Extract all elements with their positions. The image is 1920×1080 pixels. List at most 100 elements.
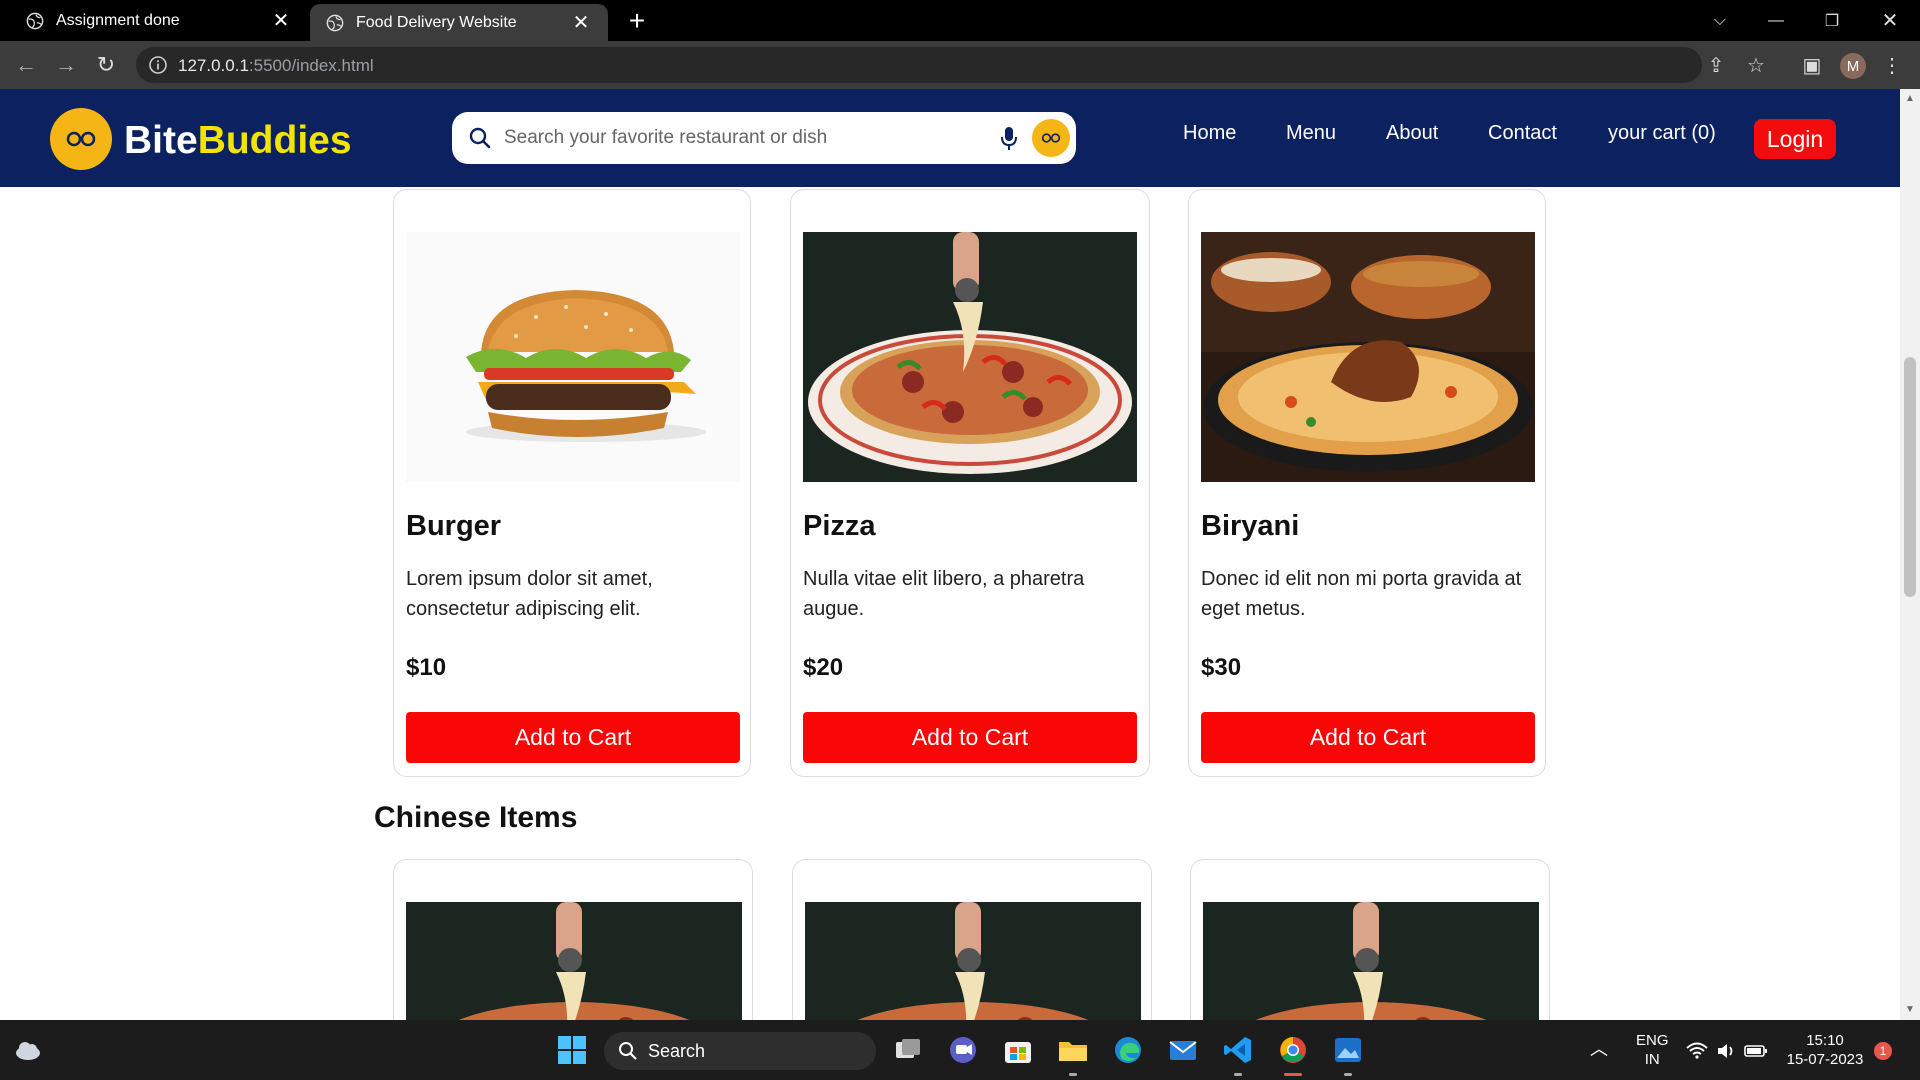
pizza-image bbox=[803, 232, 1137, 482]
battery-icon[interactable] bbox=[1744, 1040, 1768, 1062]
chrome-icon[interactable] bbox=[1277, 1034, 1309, 1066]
active-indicator bbox=[1284, 1073, 1302, 1076]
nav-cart[interactable]: your cart (0) bbox=[1608, 122, 1716, 145]
search-icon bbox=[619, 1042, 637, 1060]
browser-toolbar: ← → ↻ 127.0.0.1:5500/index.html ⇪ ☆ ▣ M … bbox=[0, 41, 1920, 89]
taskbar-search-label: Search bbox=[648, 1041, 706, 1061]
running-indicator bbox=[1069, 1073, 1077, 1076]
site-header: BiteBuddies Home Menu About Contact your… bbox=[0, 89, 1900, 187]
lang-line2: IN bbox=[1644, 1051, 1660, 1068]
add-to-cart-button[interactable]: Add to Cart bbox=[406, 712, 740, 763]
login-button[interactable]: Login bbox=[1754, 119, 1836, 159]
new-tab-button[interactable]: + bbox=[622, 5, 652, 36]
tab-search-chevron-icon[interactable]: ⌵ bbox=[1692, 0, 1748, 41]
pizza-image bbox=[406, 902, 742, 1020]
nav-menu[interactable]: Menu bbox=[1286, 122, 1336, 145]
nav-contact[interactable]: Contact bbox=[1488, 122, 1557, 145]
nav-home[interactable]: Home bbox=[1183, 122, 1236, 145]
volume-icon[interactable] bbox=[1716, 1040, 1738, 1062]
page-scrollbar[interactable]: ▲ ▼ bbox=[1900, 89, 1920, 1020]
microsoft-store-icon[interactable] bbox=[1002, 1034, 1034, 1066]
globe-icon bbox=[26, 12, 44, 29]
edge-browser-icon[interactable] bbox=[1112, 1034, 1144, 1066]
time-text: 15:10 bbox=[1806, 1032, 1844, 1049]
menu-kebab-icon[interactable]: ⋮ bbox=[1878, 51, 1906, 79]
browser-titlebar: Assignment done ✕ Food Delivery Website … bbox=[0, 0, 1920, 41]
date-text: 15-07-2023 bbox=[1786, 1051, 1864, 1068]
search-logo-button[interactable] bbox=[1032, 119, 1070, 157]
scroll-up-icon[interactable]: ▲ bbox=[1904, 93, 1916, 105]
section-title-chinese: Chinese Items bbox=[374, 801, 578, 834]
show-hidden-icons-chevron-icon[interactable]: ︿ bbox=[1590, 1040, 1608, 1059]
share-icon[interactable]: ⇪ bbox=[1702, 51, 1730, 79]
tab-title: Assignment done bbox=[56, 11, 180, 29]
tab-food-delivery-website[interactable]: Food Delivery Website ✕ bbox=[310, 4, 608, 41]
biryani-image bbox=[1201, 232, 1535, 482]
taskbar-search[interactable]: Search bbox=[604, 1032, 876, 1070]
language-indicator[interactable]: ENG IN bbox=[1636, 1031, 1669, 1069]
restore-button[interactable]: ❐ bbox=[1804, 0, 1860, 41]
search-icon bbox=[469, 127, 491, 149]
notification-badge[interactable]: 1 bbox=[1874, 1042, 1892, 1060]
food-card bbox=[1190, 859, 1550, 1020]
close-window-button[interactable]: ✕ bbox=[1862, 0, 1918, 41]
scroll-thumb[interactable] bbox=[1904, 357, 1916, 597]
add-to-cart-button[interactable]: Add to Cart bbox=[1201, 712, 1535, 763]
vscode-icon[interactable] bbox=[1222, 1034, 1254, 1066]
item-price: $10 bbox=[406, 654, 447, 681]
add-to-cart-button[interactable]: Add to Cart bbox=[803, 712, 1137, 763]
clock[interactable]: 15:10 15-07-2023 bbox=[1784, 1031, 1866, 1069]
brand-name[interactable]: BiteBuddies bbox=[124, 119, 352, 163]
running-indicator bbox=[1344, 1073, 1352, 1076]
food-card bbox=[393, 859, 753, 1020]
microphone-icon[interactable] bbox=[998, 125, 1020, 151]
forward-icon[interactable]: → bbox=[50, 49, 82, 81]
globe-icon bbox=[326, 14, 344, 31]
item-price: $30 bbox=[1201, 654, 1242, 681]
taskbar: Search ︿ ENG IN 15:10 15-07-2023 1 bbox=[0, 1020, 1920, 1080]
file-explorer-icon[interactable] bbox=[1057, 1034, 1089, 1066]
tab-title: Food Delivery Website bbox=[356, 13, 517, 31]
teams-chat-icon[interactable] bbox=[947, 1034, 979, 1066]
photos-icon[interactable] bbox=[1332, 1034, 1364, 1066]
close-icon[interactable]: ✕ bbox=[570, 12, 592, 34]
url-host: 127.0.0.1 bbox=[178, 56, 249, 75]
close-icon[interactable]: ✕ bbox=[270, 10, 292, 32]
wifi-icon[interactable] bbox=[1686, 1040, 1708, 1062]
reload-icon[interactable]: ↻ bbox=[90, 49, 122, 81]
search-input[interactable] bbox=[504, 124, 984, 152]
search-bar bbox=[452, 112, 1076, 164]
windows-start-icon[interactable] bbox=[556, 1034, 588, 1066]
item-description: Lorem ipsum dolor sit amet, consectetur … bbox=[406, 568, 653, 620]
page-viewport: BiteBuddies Home Menu About Contact your… bbox=[0, 89, 1900, 1020]
url-field[interactable]: 127.0.0.1:5500/index.html ⇪ ☆ bbox=[136, 47, 1765, 83]
nav-about[interactable]: About bbox=[1386, 122, 1438, 145]
item-title: Burger bbox=[406, 510, 502, 542]
pizza-image bbox=[1203, 902, 1539, 1020]
food-card-pizza: Pizza Nulla vitae elit libero, a pharetr… bbox=[790, 189, 1150, 777]
pizza-image bbox=[805, 902, 1141, 1020]
burger-image bbox=[406, 232, 740, 482]
food-card bbox=[792, 859, 1152, 1020]
url-text: 127.0.0.1:5500/index.html bbox=[178, 56, 374, 76]
side-panel-icon[interactable]: ▣ bbox=[1798, 51, 1826, 79]
profile-avatar[interactable]: M bbox=[1840, 53, 1866, 79]
site-info-icon[interactable] bbox=[148, 55, 168, 75]
task-view-icon[interactable] bbox=[892, 1034, 924, 1066]
tab-assignment-done[interactable]: Assignment done ✕ bbox=[10, 0, 308, 41]
item-title: Pizza bbox=[803, 510, 876, 542]
lang-line1: ENG bbox=[1636, 1032, 1669, 1049]
brand-part1: Bite bbox=[124, 119, 198, 162]
brand-part2: Buddies bbox=[197, 119, 352, 162]
url-path: :5500/index.html bbox=[248, 56, 374, 75]
item-description: Donec id elit non mi porta gravida at eg… bbox=[1201, 568, 1522, 620]
bookmark-star-icon[interactable]: ☆ bbox=[1742, 51, 1770, 79]
weather-icon[interactable] bbox=[12, 1034, 44, 1066]
mail-icon[interactable] bbox=[1167, 1034, 1199, 1066]
logo-icon[interactable] bbox=[50, 108, 112, 170]
item-title: Biryani bbox=[1201, 510, 1300, 542]
back-icon[interactable]: ← bbox=[10, 49, 42, 81]
scroll-down-icon[interactable]: ▼ bbox=[1904, 1004, 1916, 1016]
running-indicator bbox=[1234, 1073, 1242, 1076]
minimize-button[interactable]: — bbox=[1748, 0, 1804, 41]
